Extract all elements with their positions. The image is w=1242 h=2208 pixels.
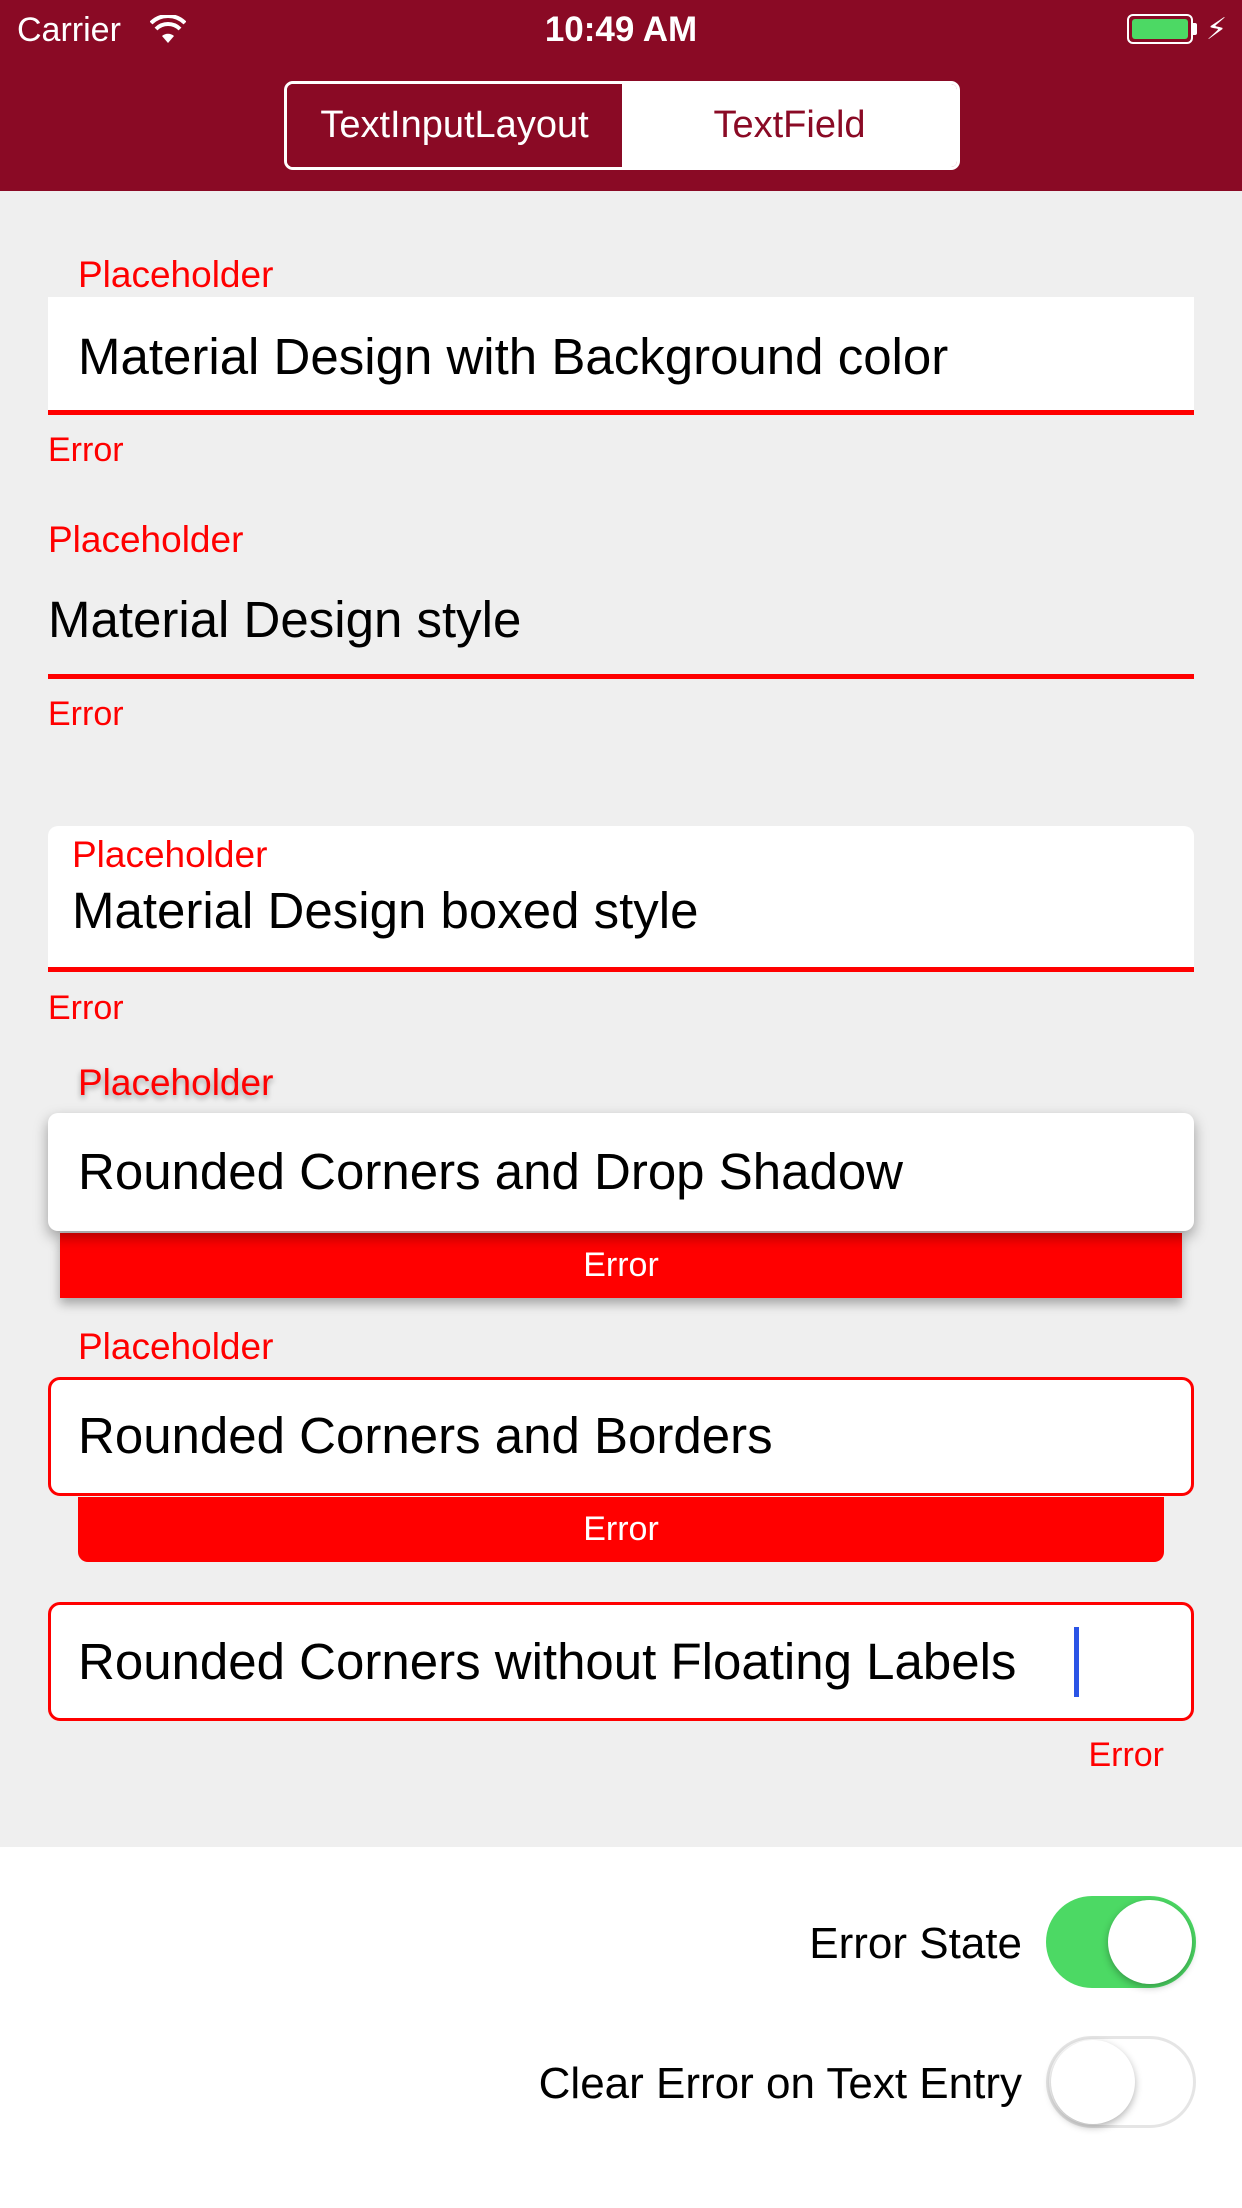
field-4-placeholder: Placeholder (78, 1062, 274, 1103)
field-5-value[interactable]: Rounded Corners and Borders (78, 1406, 773, 1466)
options-panel (0, 1847, 1242, 2208)
field-3-placeholder: Placeholder (72, 834, 268, 875)
toggle-knob (1108, 1900, 1192, 1984)
battery-icon (1127, 14, 1193, 44)
field-4-value[interactable]: Rounded Corners and Drop Shadow (78, 1142, 903, 1202)
segmented-control: TextInputLayout TextField (284, 81, 960, 170)
field-1-placeholder: Placeholder (78, 254, 274, 295)
battery-tip (1193, 23, 1197, 35)
field-5-error: Error (78, 1497, 1164, 1562)
status-time: 10:49 AM (544, 10, 698, 49)
toggle-knob (1051, 2040, 1135, 2124)
error-state-toggle[interactable] (1046, 1896, 1196, 1988)
field-2-placeholder: Placeholder (48, 519, 244, 560)
charging-bolt-icon: ⚡ (1206, 13, 1228, 46)
field-2-error: Error (48, 695, 124, 733)
field-3-error: Error (48, 989, 124, 1027)
field-6-value[interactable]: Rounded Corners without Floating Labels (78, 1632, 1016, 1692)
segment-textfield[interactable]: TextField (622, 84, 957, 167)
field-1-error: Error (48, 431, 124, 469)
segment-textinputlayout[interactable]: TextInputLayout (287, 84, 622, 167)
field-1-value[interactable]: Material Design with Background color (78, 327, 948, 387)
error-state-label: Error State (809, 1919, 1022, 1968)
text-cursor (1074, 1627, 1079, 1697)
field-5-placeholder: Placeholder (78, 1326, 274, 1367)
field-2-underline (48, 674, 1194, 679)
field-4-error: Error (60, 1233, 1182, 1298)
field-3-value[interactable]: Material Design boxed style (72, 881, 698, 941)
clear-error-label: Clear Error on Text Entry (538, 2059, 1022, 2108)
field-6-error: Error (1088, 1736, 1164, 1774)
field-2-value[interactable]: Material Design style (48, 590, 521, 650)
field-3-underline (48, 967, 1194, 972)
clear-error-toggle[interactable] (1046, 2036, 1196, 2128)
field-1-underline (48, 410, 1194, 415)
